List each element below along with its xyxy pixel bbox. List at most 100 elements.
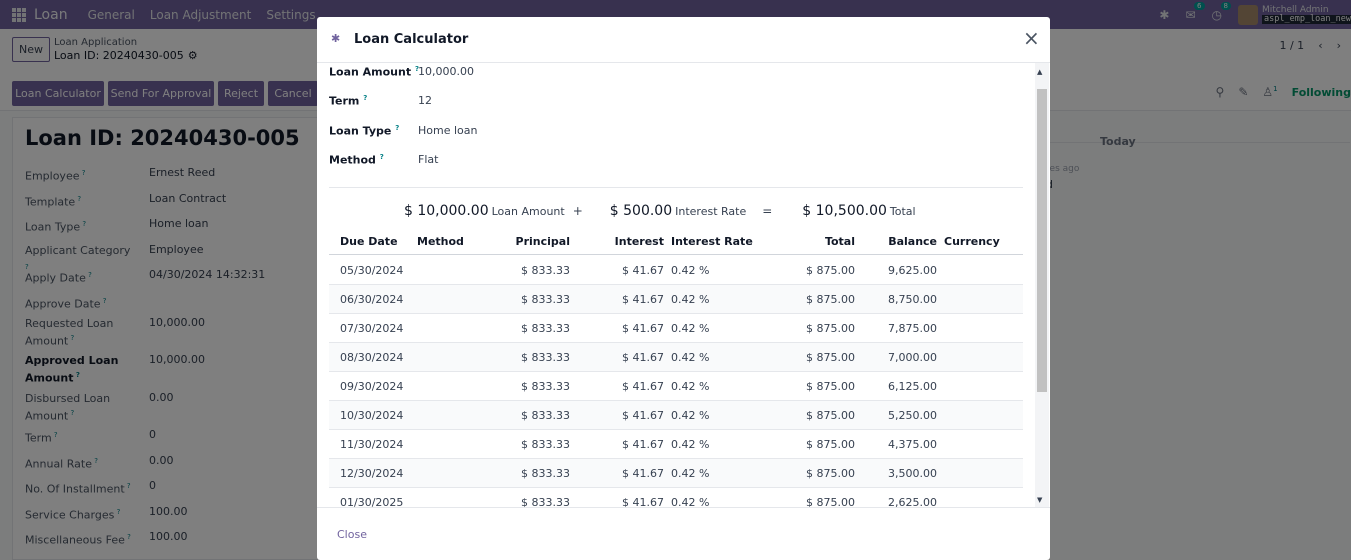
cell-interest-rate: 0.42 % — [671, 409, 710, 422]
table-row[interactable]: 12/30/2024 $ 833.33 $ 41.67 0.42 % $ 875.00 3… — [329, 459, 1023, 488]
cell-interest: $ 41.67 — [622, 264, 664, 277]
cell-due-date: 01/30/2025 — [340, 496, 404, 507]
cell-principal: $ 833.33 — [521, 264, 570, 277]
summary-interest-caption: Interest Rate — [675, 205, 747, 218]
field-label: Method ? — [329, 153, 384, 167]
cell-balance: 9,625.00 — [888, 264, 937, 277]
col-interest-rate[interactable]: Interest Rate — [671, 235, 753, 248]
section-divider — [329, 187, 1023, 188]
cell-balance: 5,250.00 — [888, 409, 937, 422]
schedule-table-header: Due Date Method Principal Interest Inter… — [329, 235, 1023, 255]
dialog-footer: Close — [317, 507, 1050, 560]
close-button[interactable]: Close — [337, 528, 367, 541]
table-row[interactable]: 11/30/2024 $ 833.33 $ 41.67 0.42 % $ 875.00 4… — [329, 430, 1023, 459]
cell-interest: $ 41.67 — [622, 322, 664, 335]
table-row[interactable]: 05/30/2024 $ 833.33 $ 41.67 0.42 % $ 875.00 9… — [329, 256, 1023, 285]
field-label: Term ? — [329, 94, 368, 108]
field-value: 12 — [418, 94, 432, 107]
cell-interest: $ 41.67 — [622, 293, 664, 306]
loan-calculator-dialog: ✱ Loan Calculator × Loan Amount ? 10,000… — [317, 17, 1050, 560]
cell-due-date: 07/30/2024 — [340, 322, 404, 335]
summary-total: $ 10,500.00 — [802, 203, 887, 219]
cell-due-date: 10/30/2024 — [340, 409, 404, 422]
cell-interest-rate: 0.42 % — [671, 322, 710, 335]
col-interest[interactable]: Interest — [615, 235, 664, 248]
cell-principal: $ 833.33 — [521, 351, 570, 364]
cell-total: $ 875.00 — [806, 467, 855, 480]
cell-interest: $ 41.67 — [622, 438, 664, 451]
col-due-date[interactable]: Due Date — [340, 235, 398, 248]
cell-principal: $ 833.33 — [521, 496, 570, 507]
scrollbar-thumb[interactable] — [1037, 89, 1047, 392]
field-value: Home loan — [418, 124, 478, 137]
summary-total-caption: Total — [889, 205, 916, 218]
loan-summary: $ 10,000.00 Loan Amount + $ 500.00 Inter… — [404, 203, 916, 219]
cell-balance: 2,625.00 — [888, 496, 937, 507]
cell-balance: 6,125.00 — [888, 380, 937, 393]
cell-principal: $ 833.33 — [521, 409, 570, 422]
cell-principal: $ 833.33 — [521, 467, 570, 480]
cell-principal: $ 833.33 — [521, 293, 570, 306]
cell-interest-rate: 0.42 % — [671, 293, 710, 306]
close-icon[interactable]: × — [1023, 27, 1040, 49]
col-method[interactable]: Method — [417, 235, 464, 248]
cell-total: $ 875.00 — [806, 264, 855, 277]
cell-interest-rate: 0.42 % — [671, 380, 710, 393]
cell-due-date: 08/30/2024 — [340, 351, 404, 364]
dialog-body: Loan Amount ? 10,000.00 Term ? 12 Loan T… — [317, 63, 1050, 507]
field-value: Flat — [418, 153, 439, 166]
cell-balance: 4,375.00 — [888, 438, 937, 451]
table-row[interactable]: 06/30/2024 $ 833.33 $ 41.67 0.42 % $ 875.00 8… — [329, 285, 1023, 314]
table-row[interactable]: 10/30/2024 $ 833.33 $ 41.67 0.42 % $ 875.00 5… — [329, 401, 1023, 430]
cell-principal: $ 833.33 — [521, 322, 570, 335]
summary-interest: $ 500.00 — [609, 203, 673, 219]
field-label: Loan Type ? — [329, 124, 400, 138]
cell-interest: $ 41.67 — [622, 409, 664, 422]
col-total[interactable]: Total — [825, 235, 855, 248]
cell-total: $ 875.00 — [806, 351, 855, 364]
cell-interest: $ 41.67 — [622, 380, 664, 393]
dialog-header: ✱ Loan Calculator × — [317, 17, 1050, 63]
cell-balance: 7,000.00 — [888, 351, 937, 364]
cell-balance: 8,750.00 — [888, 293, 937, 306]
table-row[interactable]: 07/30/2024 $ 833.33 $ 41.67 0.42 % $ 875.00 7… — [329, 314, 1023, 343]
cell-principal: $ 833.33 — [521, 438, 570, 451]
cell-balance: 3,500.00 — [888, 467, 937, 480]
col-principal[interactable]: Principal — [516, 235, 570, 248]
cell-due-date: 05/30/2024 — [340, 264, 404, 277]
table-row[interactable]: 01/30/2025 $ 833.33 $ 41.67 0.42 % $ 875.00 2… — [329, 488, 1023, 507]
summary-equals: = — [762, 204, 773, 218]
cell-interest: $ 41.67 — [622, 351, 664, 364]
dialog-title: Loan Calculator — [354, 32, 469, 47]
scroll-up-icon[interactable]: ▲ — [1037, 68, 1042, 76]
cell-balance: 7,875.00 — [888, 322, 937, 335]
cell-due-date: 09/30/2024 — [340, 380, 404, 393]
cell-total: $ 875.00 — [806, 409, 855, 422]
col-currency[interactable]: Currency — [944, 235, 1000, 248]
field-value: 10,000.00 — [418, 65, 474, 78]
cell-interest: $ 41.67 — [622, 496, 664, 507]
summary-loan-amount: $ 10,000.00 — [404, 203, 489, 219]
cell-total: $ 875.00 — [806, 496, 855, 507]
bug-icon[interactable]: ✱ — [331, 32, 340, 45]
table-row[interactable]: 08/30/2024 $ 833.33 $ 41.67 0.42 % $ 875.00 7… — [329, 343, 1023, 372]
cell-interest: $ 41.67 — [622, 467, 664, 480]
cell-due-date: 11/30/2024 — [340, 438, 404, 451]
cell-interest-rate: 0.42 % — [671, 264, 710, 277]
summary-loan-amount-caption: Loan Amount — [491, 205, 565, 218]
cell-principal: $ 833.33 — [521, 380, 570, 393]
cell-interest-rate: 0.42 % — [671, 438, 710, 451]
field-label: Loan Amount ? — [329, 65, 420, 79]
cell-interest-rate: 0.42 % — [671, 467, 710, 480]
cell-due-date: 12/30/2024 — [340, 467, 404, 480]
cell-interest-rate: 0.42 % — [671, 351, 710, 364]
summary-plus: + — [572, 204, 583, 218]
cell-total: $ 875.00 — [806, 322, 855, 335]
table-row[interactable]: 09/30/2024 $ 833.33 $ 41.67 0.42 % $ 875.00 6… — [329, 372, 1023, 401]
cell-due-date: 06/30/2024 — [340, 293, 404, 306]
scroll-down-icon[interactable]: ▼ — [1037, 496, 1042, 504]
cell-total: $ 875.00 — [806, 380, 855, 393]
col-balance[interactable]: Balance — [888, 235, 937, 248]
cell-total: $ 875.00 — [806, 438, 855, 451]
cell-interest-rate: 0.42 % — [671, 496, 710, 507]
